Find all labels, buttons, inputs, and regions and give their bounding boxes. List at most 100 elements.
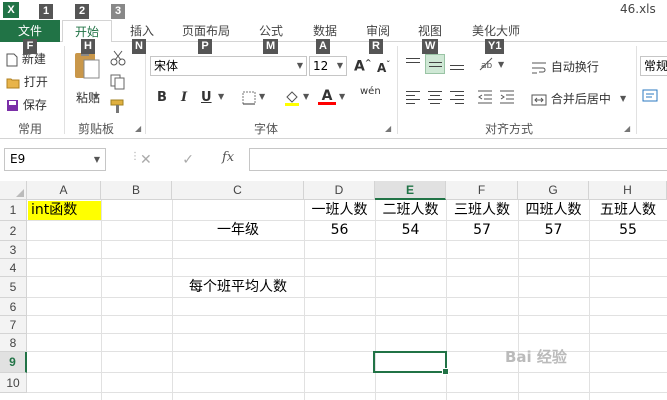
wrap-text-icon bbox=[532, 62, 546, 73]
font-color-button[interactable]: A bbox=[318, 88, 336, 108]
bold-button[interactable]: B bbox=[157, 90, 167, 105]
cell-f1[interactable]: 三班人数 bbox=[446, 201, 518, 220]
cut-scissors-icon[interactable] bbox=[110, 50, 126, 66]
increase-indent-icon[interactable] bbox=[499, 89, 515, 105]
column-header-b[interactable]: B bbox=[101, 181, 172, 200]
cell-g2[interactable]: 57 bbox=[518, 221, 589, 240]
open-button[interactable]: 打开 bbox=[6, 73, 48, 90]
active-cell-e9[interactable] bbox=[373, 351, 449, 375]
save-disk-icon bbox=[7, 100, 18, 111]
column-header-f[interactable]: F bbox=[446, 181, 518, 200]
font-size-select[interactable]: 12 ▼ bbox=[309, 56, 347, 76]
column-header-g[interactable]: G bbox=[518, 181, 589, 200]
font-color-dropdown-arrow[interactable]: ▼ bbox=[339, 92, 345, 101]
new-button-label: 新建 bbox=[21, 52, 46, 66]
decrease-indent-icon[interactable] bbox=[477, 89, 493, 105]
align-left-icon[interactable] bbox=[403, 87, 423, 107]
align-center-icon[interactable] bbox=[425, 87, 445, 107]
row-header-4[interactable]: 4 bbox=[0, 259, 27, 277]
keytip-quick-3: 3 bbox=[111, 4, 125, 19]
gridline bbox=[27, 392, 667, 393]
cell-e1[interactable]: 二班人数 bbox=[375, 201, 446, 220]
cell-c2[interactable]: 一年级 bbox=[172, 221, 304, 240]
select-all-button[interactable] bbox=[0, 181, 27, 200]
excel-app-icon[interactable]: X bbox=[3, 2, 19, 18]
chevron-down-icon: ▼ bbox=[336, 61, 343, 70]
ribbon-home: 新建 打开 保存 常用 粘贴 ▼ 剪贴板 ◢ 宋体 ▼ 12 ▼ A^ Aˇ B… bbox=[0, 42, 667, 139]
borders-dropdown-arrow[interactable]: ▼ bbox=[259, 92, 265, 101]
borders-icon[interactable] bbox=[242, 91, 256, 105]
row-header-5[interactable]: 5 bbox=[0, 277, 27, 298]
confirm-entry-icon[interactable]: ✓ bbox=[182, 152, 194, 168]
clipboard-launcher-icon[interactable]: ◢ bbox=[135, 124, 141, 133]
align-top-icon[interactable] bbox=[403, 54, 423, 74]
name-box[interactable]: E9 ▼ bbox=[4, 148, 106, 171]
format-painter-icon[interactable] bbox=[110, 98, 128, 114]
paste-button[interactable]: 粘贴 bbox=[72, 48, 104, 108]
worksheet-grid: A B C D E F G H 1 2 3 4 5 6 7 8 9 10 int… bbox=[0, 181, 667, 400]
underline-button[interactable]: U bbox=[201, 90, 212, 105]
font-name-select[interactable]: 宋体 ▼ bbox=[150, 56, 307, 76]
row-header-10[interactable]: 10 bbox=[0, 373, 27, 393]
wrap-text-button[interactable]: 自动换行 bbox=[531, 58, 599, 75]
row-header-9[interactable]: 9 bbox=[0, 352, 27, 373]
column-header-h[interactable]: H bbox=[589, 181, 667, 200]
merge-center-button[interactable]: 合并后居中 bbox=[531, 90, 611, 107]
keytip-quick-1: 1 bbox=[39, 4, 53, 19]
grow-font-button[interactable]: A^ bbox=[354, 58, 372, 75]
column-header-c[interactable]: C bbox=[172, 181, 304, 200]
fill-color-dropdown-arrow[interactable]: ▼ bbox=[303, 92, 309, 101]
save-button[interactable]: 保存 bbox=[6, 96, 47, 113]
font-size-value: 12 bbox=[313, 59, 329, 73]
number-format-select[interactable]: 常规 bbox=[640, 56, 667, 76]
font-launcher-icon[interactable]: ◢ bbox=[385, 124, 391, 133]
gridline bbox=[27, 258, 667, 259]
cell-e2[interactable]: 54 bbox=[375, 221, 446, 240]
row-header-3[interactable]: 3 bbox=[0, 241, 27, 259]
italic-button[interactable]: I bbox=[181, 90, 187, 105]
gridline bbox=[27, 372, 667, 373]
cancel-entry-icon[interactable]: ✕ bbox=[140, 152, 152, 168]
row-header-1[interactable]: 1 bbox=[0, 200, 27, 221]
cell-g1[interactable]: 四班人数 bbox=[518, 201, 589, 220]
cell-h1[interactable]: 五班人数 bbox=[589, 201, 667, 220]
cell-d1[interactable]: 一班人数 bbox=[304, 201, 375, 220]
cell-c5[interactable]: 每个班平均人数 bbox=[172, 278, 304, 297]
group-label-font: 字体 bbox=[254, 122, 279, 136]
cell-d2[interactable]: 56 bbox=[304, 221, 375, 240]
formula-bar-actions: ✕ ✓ bbox=[140, 152, 194, 168]
group-separator bbox=[397, 46, 398, 134]
phonetic-button[interactable]: wén bbox=[360, 86, 381, 97]
gridline bbox=[27, 297, 667, 298]
column-header-d[interactable]: D bbox=[304, 181, 375, 200]
row-header-6[interactable]: 6 bbox=[0, 298, 27, 316]
align-middle-icon[interactable] bbox=[425, 54, 445, 74]
row-header-7[interactable]: 7 bbox=[0, 316, 27, 334]
insert-function-button[interactable]: fx bbox=[222, 150, 234, 165]
merge-center-label: 合并后居中 bbox=[550, 92, 611, 106]
row-header-8[interactable]: 8 bbox=[0, 334, 27, 352]
paste-dropdown-arrow[interactable]: ▼ bbox=[93, 92, 99, 101]
row-header-2[interactable]: 2 bbox=[0, 221, 27, 241]
orientation-icon[interactable]: ab bbox=[478, 56, 496, 72]
cell-a1[interactable]: int函数 bbox=[28, 201, 101, 220]
cell-h2[interactable]: 55 bbox=[589, 221, 667, 240]
merge-dropdown-arrow[interactable]: ▼ bbox=[620, 94, 626, 103]
gridline bbox=[27, 351, 667, 352]
column-header-e[interactable]: E bbox=[375, 181, 446, 200]
align-right-icon[interactable] bbox=[447, 87, 467, 107]
window-title: 46.xls bbox=[620, 2, 656, 16]
column-header-a[interactable]: A bbox=[27, 181, 101, 200]
align-bottom-icon[interactable] bbox=[447, 54, 467, 74]
formula-input[interactable] bbox=[249, 148, 667, 171]
accounting-format-icon[interactable] bbox=[642, 88, 660, 104]
orientation-dropdown-arrow[interactable]: ▼ bbox=[498, 60, 504, 69]
alignment-launcher-icon[interactable]: ◢ bbox=[624, 124, 630, 133]
fill-color-icon[interactable] bbox=[283, 89, 301, 107]
copy-icon[interactable] bbox=[110, 74, 126, 90]
keytip-formulas: M bbox=[263, 39, 279, 54]
underline-dropdown-arrow[interactable]: ▼ bbox=[218, 92, 224, 101]
shrink-font-button[interactable]: Aˇ bbox=[377, 60, 390, 75]
font-color-letter: A bbox=[321, 88, 333, 104]
cell-f2[interactable]: 57 bbox=[446, 221, 518, 240]
